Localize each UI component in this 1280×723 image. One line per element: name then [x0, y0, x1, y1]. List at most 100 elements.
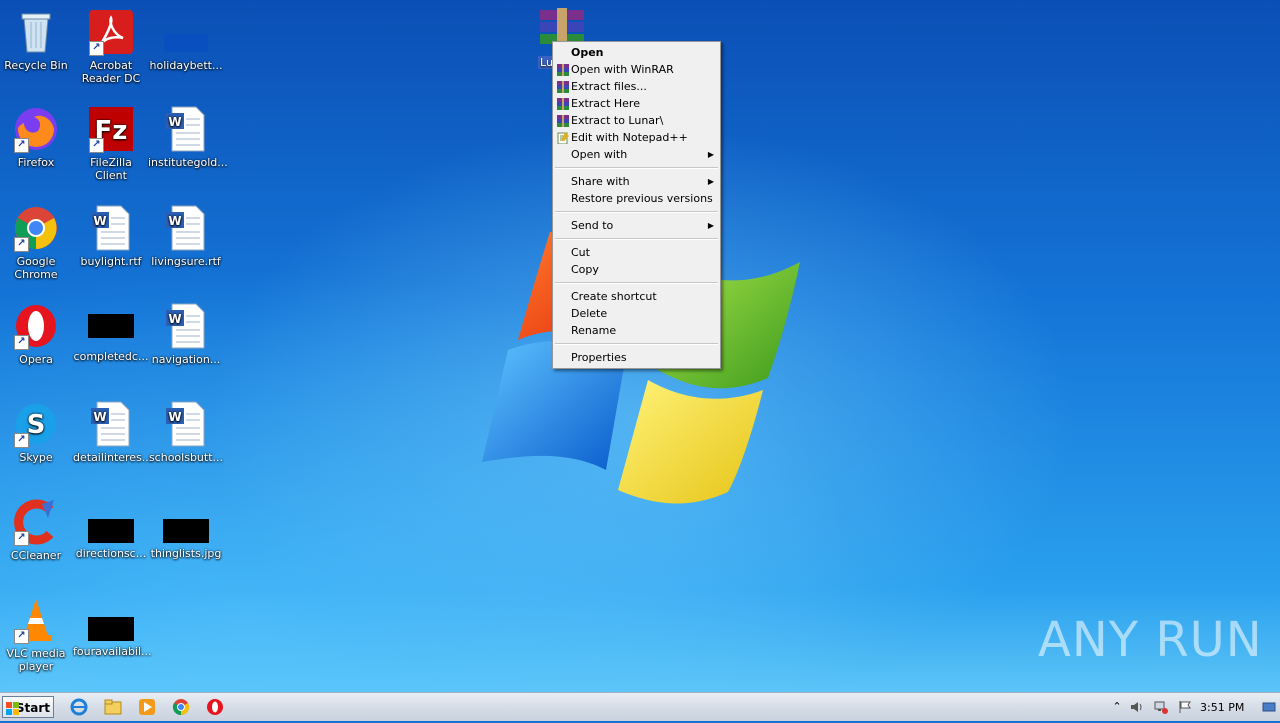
- desktop-icon-skype[interactable]: S ↗ Skype: [0, 400, 74, 464]
- desktop-icon-directions[interactable]: directionsc...: [73, 498, 149, 560]
- vlc-icon: ↗: [12, 596, 60, 644]
- word-document-icon: W: [162, 400, 210, 448]
- desktop-icon-buylight[interactable]: W buylight.rtf: [73, 204, 149, 268]
- menu-separator: [555, 167, 718, 169]
- desktop-icon-ccleaner[interactable]: ↗ CCleaner: [0, 498, 74, 562]
- desktop-icon-livingsure[interactable]: W livingsure.rtf: [148, 204, 224, 268]
- show-hidden-icons-chevron-icon[interactable]: ⌃: [1110, 700, 1124, 714]
- desktop-icon-detail[interactable]: W detailinteres...: [73, 400, 153, 464]
- desktop-icon-label: Google Chrome: [14, 255, 58, 281]
- svg-text:W: W: [168, 115, 181, 129]
- desktop-icon-schools[interactable]: W schoolsbutt...: [148, 400, 224, 464]
- desktop-icon-recycle-bin[interactable]: Recycle Bin: [0, 8, 74, 72]
- ccleaner-icon: ↗: [12, 498, 60, 546]
- word-document-icon: W: [87, 204, 135, 252]
- desktop-icon-firefox[interactable]: ↗ Firefox: [0, 105, 74, 169]
- svg-text:W: W: [168, 312, 181, 326]
- chrome-taskbar-icon[interactable]: [172, 698, 190, 716]
- menu-item-rename[interactable]: Rename: [553, 322, 720, 339]
- svg-text:W: W: [93, 214, 106, 228]
- winrar-icon: [557, 64, 569, 76]
- file-thumbnail: [163, 519, 209, 543]
- desktop-icon-label: Firefox: [17, 156, 55, 169]
- opera-icon: ↗: [12, 302, 60, 350]
- menu-item-open[interactable]: Open: [553, 44, 720, 61]
- menu-item-extract-to[interactable]: Extract to Lunar\: [553, 112, 720, 129]
- submenu-arrow-icon: ▶: [707, 221, 714, 230]
- desktop-icon-acrobat[interactable]: ↗ Acrobat Reader DC: [73, 8, 149, 85]
- media-player-icon[interactable]: [138, 698, 156, 716]
- word-document-icon: W: [87, 400, 135, 448]
- context-menu: Open Open with WinRAR Extract files... E…: [552, 41, 721, 369]
- desktop-icon-chrome[interactable]: ↗ Google Chrome: [0, 204, 74, 281]
- menu-item-copy[interactable]: Copy: [553, 261, 720, 278]
- opera-taskbar-icon[interactable]: [206, 698, 224, 716]
- desktop-icon-institute[interactable]: W institutegold...: [148, 105, 228, 169]
- desktop-icon-label: VLC media player: [6, 647, 66, 673]
- desktop-icon-holiday[interactable]: holidaybett...: [148, 8, 224, 72]
- winrar-icon: [557, 98, 569, 110]
- desktop-icon-label: Acrobat Reader DC: [81, 59, 141, 85]
- menu-item-restore-previous-versions[interactable]: Restore previous versions: [553, 190, 720, 207]
- desktop-icon-label: thinglists.jpg: [150, 547, 222, 560]
- menu-item-delete[interactable]: Delete: [553, 305, 720, 322]
- start-button[interactable]: Start: [2, 696, 54, 718]
- desktop-icon-navigation[interactable]: W navigation...: [148, 302, 224, 366]
- desktop-icon-label: holidaybett...: [149, 59, 223, 72]
- windows-logo-icon: [6, 701, 20, 715]
- network-icon[interactable]: [1154, 700, 1168, 714]
- menu-item-extract-here[interactable]: Extract Here: [553, 95, 720, 112]
- desktop-icon-label: schoolsbutt...: [148, 451, 224, 464]
- menu-separator: [555, 343, 718, 345]
- menu-item-properties[interactable]: Properties: [553, 349, 720, 366]
- taskbar-clock[interactable]: 3:51 PM: [1200, 701, 1244, 714]
- desktop-icon-opera[interactable]: ↗ Opera: [0, 302, 74, 366]
- acrobat-icon: ↗: [87, 8, 135, 56]
- menu-separator: [555, 238, 718, 240]
- notepad-plus-plus-icon: [557, 132, 569, 145]
- svg-text:W: W: [168, 410, 181, 424]
- menu-item-create-shortcut[interactable]: Create shortcut: [553, 288, 720, 305]
- volume-icon[interactable]: [1130, 700, 1144, 714]
- file-explorer-icon[interactable]: [104, 698, 122, 716]
- firefox-icon: ↗: [12, 105, 60, 153]
- internet-explorer-icon[interactable]: [70, 698, 88, 716]
- anyrun-watermark: ANY RUN: [1038, 612, 1263, 668]
- menu-item-send-to[interactable]: Send to ▶: [553, 217, 720, 234]
- action-center-flag-icon[interactable]: [1178, 700, 1192, 714]
- desktop-icon-label: detailinteres...: [73, 451, 153, 464]
- show-desktop-icon[interactable]: [1262, 700, 1276, 714]
- svg-text:W: W: [168, 214, 181, 228]
- menu-item-open-with-winrar[interactable]: Open with WinRAR: [553, 61, 720, 78]
- desktop-icon-fouravail[interactable]: fouravailabil...: [73, 596, 152, 658]
- desktop-icon-label: Skype: [19, 451, 53, 464]
- filezilla-icon: Fz ↗: [87, 105, 135, 153]
- word-document-icon: W: [162, 302, 210, 350]
- word-document-icon: W: [162, 204, 210, 252]
- desktop-icon-label: directionsc...: [75, 547, 147, 560]
- menu-item-extract-files[interactable]: Extract files...: [553, 78, 720, 95]
- menu-item-open-with[interactable]: Open with ▶: [553, 146, 720, 163]
- desktop-icon-vlc[interactable]: ↗ VLC media player: [0, 596, 74, 673]
- desktop-icon-label: buylight.rtf: [80, 255, 142, 268]
- file-thumbnail: [88, 519, 134, 543]
- menu-separator: [555, 211, 718, 213]
- desktop-icon-thinglists[interactable]: thinglists.jpg: [148, 498, 224, 560]
- winrar-icon: [557, 81, 569, 93]
- desktop-icon-filezilla[interactable]: Fz ↗ FileZilla Client: [73, 105, 149, 182]
- recycle-bin-icon: [12, 8, 60, 56]
- desktop-icon-completed[interactable]: completedc...: [73, 302, 149, 363]
- desktop[interactable]: Recycle Bin ↗ Firefox ↗ Google Chrome ↗ …: [0, 0, 1280, 692]
- skype-icon: S ↗: [12, 400, 60, 448]
- desktop-icon-label: completedc...: [73, 350, 149, 363]
- desktop-icon-label: navigation...: [151, 353, 221, 366]
- desktop-icon-label: FileZilla Client: [90, 156, 132, 182]
- word-document-icon: W: [162, 105, 210, 153]
- menu-item-share-with[interactable]: Share with ▶: [553, 173, 720, 190]
- submenu-arrow-icon: ▶: [707, 150, 714, 159]
- menu-item-edit-with-notepad[interactable]: Edit with Notepad++: [553, 129, 720, 146]
- menu-item-cut[interactable]: Cut: [553, 244, 720, 261]
- file-thumbnail: [88, 617, 134, 641]
- winrar-icon: [557, 115, 569, 127]
- file-thumbnail: [162, 8, 210, 56]
